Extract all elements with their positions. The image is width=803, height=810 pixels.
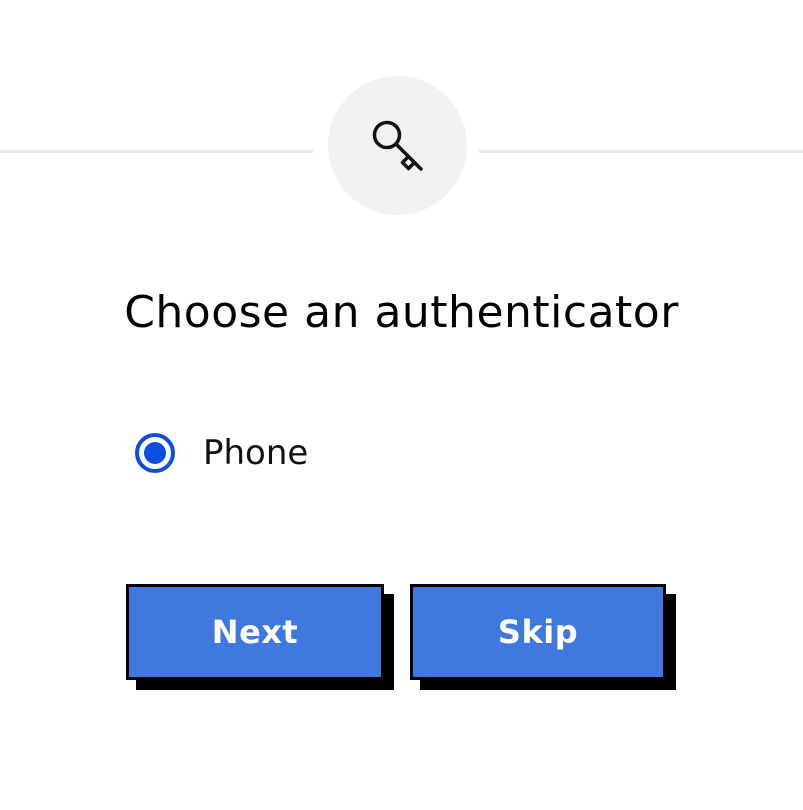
skip-button-wrapper: Skip <box>410 584 676 690</box>
page-title: Choose an authenticator <box>124 287 679 338</box>
radio-selected-icon[interactable] <box>135 433 175 473</box>
header-divider-left <box>0 150 313 153</box>
next-button-wrapper: Next <box>126 584 394 690</box>
key-icon <box>366 114 430 178</box>
header-divider-right <box>479 150 803 153</box>
key-badge <box>328 76 467 215</box>
next-button[interactable]: Next <box>126 584 384 680</box>
radio-dot <box>144 442 166 464</box>
authenticator-option-phone[interactable]: Phone <box>135 430 308 476</box>
option-label: Phone <box>203 433 309 473</box>
skip-button[interactable]: Skip <box>410 584 666 680</box>
